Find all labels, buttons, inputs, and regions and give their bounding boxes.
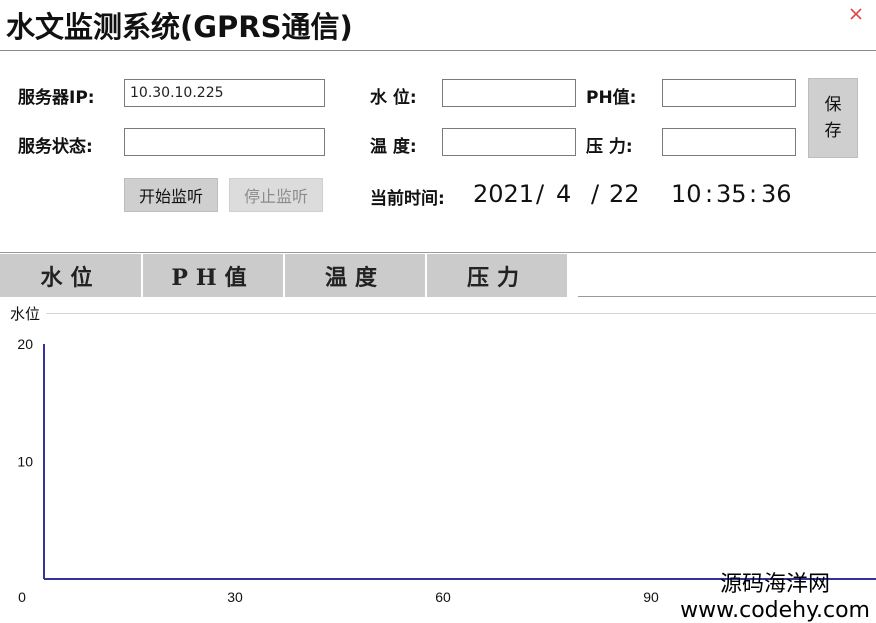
date-year: 2021	[473, 180, 535, 208]
tab-pressure[interactable]: 压力	[427, 254, 567, 297]
title-divider	[0, 50, 876, 51]
pressure-input[interactable]	[662, 128, 796, 156]
temperature-label: 温 度:	[370, 137, 417, 157]
ph-input[interactable]	[662, 79, 796, 107]
stop-listen-button[interactable]: 停止监听	[229, 178, 323, 212]
temperature-input[interactable]	[442, 128, 576, 156]
watermark-cn: 源码海洋网	[719, 572, 830, 597]
save-label-1: 保	[824, 95, 842, 115]
water-level-input[interactable]	[442, 79, 576, 107]
tab-strip-line	[578, 296, 876, 297]
date-separator: /	[591, 180, 600, 208]
x-tick-label: 30	[227, 589, 243, 605]
save-button[interactable]: 保 存	[808, 78, 858, 158]
time-second: 36	[761, 180, 792, 208]
tab-water-level[interactable]: 水位	[0, 254, 141, 297]
section-divider	[0, 252, 876, 253]
time-separator: :	[705, 180, 714, 208]
watermark: 源码海洋网 www.codehy.com	[680, 566, 870, 623]
x-tick-label: 60	[435, 589, 451, 605]
save-label-2: 存	[824, 121, 842, 141]
current-time-label: 当前时间:	[370, 189, 445, 209]
y-tick-label: 10	[17, 454, 33, 470]
chart-title-line	[46, 313, 876, 314]
server-ip-input[interactable]	[124, 79, 325, 107]
date-month: 4	[556, 180, 572, 208]
pressure-label: 压 力:	[586, 137, 633, 157]
time-separator: :	[749, 180, 758, 208]
x-tick-label: 0	[18, 589, 26, 605]
water-level-label: 水 位:	[370, 88, 417, 108]
chart-tabs: 水位 PH值 温度 压力	[0, 254, 569, 297]
time-minute: 35	[716, 180, 747, 208]
date-separator: /	[536, 180, 545, 208]
ph-label: PH值:	[586, 88, 637, 108]
start-listen-button[interactable]: 开始监听	[124, 178, 218, 212]
service-status-input[interactable]	[124, 128, 325, 156]
close-icon[interactable]	[848, 6, 864, 22]
tab-ph[interactable]: PH值	[143, 254, 283, 297]
date-day: 22	[609, 180, 640, 208]
time-hour: 10	[671, 180, 702, 208]
server-ip-label: 服务器IP:	[18, 88, 95, 108]
tab-temperature[interactable]: 温度	[285, 254, 425, 297]
watermark-url: www.codehy.com	[680, 598, 870, 623]
window-title: 水文监测系统(GPRS通信)	[6, 10, 353, 44]
x-tick-label: 90	[643, 589, 659, 605]
y-tick-label: 20	[17, 336, 33, 352]
service-status-label: 服务状态:	[18, 137, 93, 157]
